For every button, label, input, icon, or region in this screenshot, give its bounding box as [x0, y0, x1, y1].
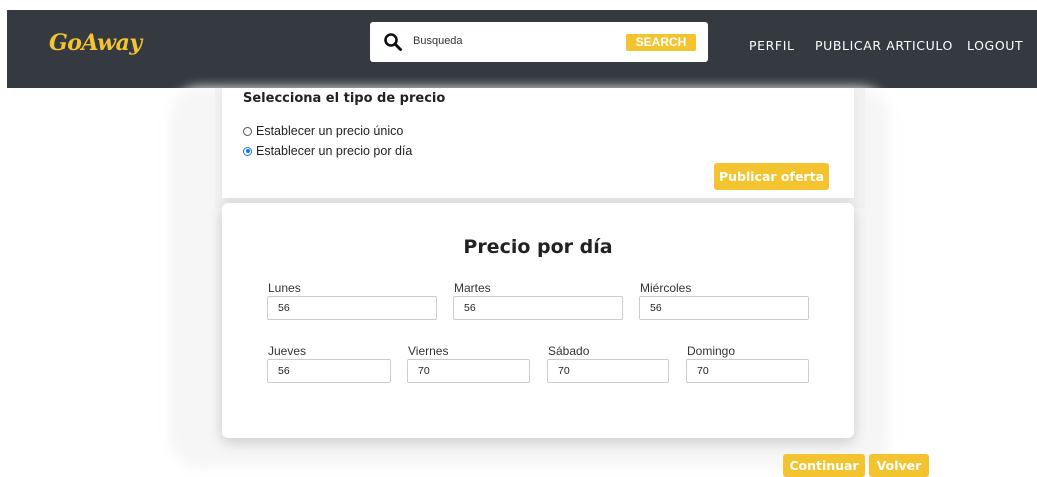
label-domingo: Domingo [687, 344, 736, 358]
label-martes: Martes [454, 281, 491, 295]
radio-daily-price[interactable] [243, 146, 252, 156]
nav-link-logout[interactable]: LOGOUT [967, 38, 1023, 53]
radio-single-price-label: Establecer un precio único [256, 124, 404, 138]
radio-single-price[interactable] [243, 126, 252, 136]
search-input[interactable]: Busqueda [413, 35, 463, 47]
label-miercoles: Miércoles [640, 281, 692, 295]
label-jueves: Jueves [268, 344, 307, 358]
back-button[interactable]: Volver [869, 454, 929, 477]
input-lunes[interactable]: 56 [267, 296, 437, 320]
radio-option-daily-price[interactable]: Establecer un precio por día [243, 144, 412, 158]
label-sabado: Sábado [548, 344, 590, 358]
input-viernes[interactable]: 70 [407, 359, 530, 383]
input-martes[interactable]: 56 [453, 296, 623, 320]
nav-link-perfil[interactable]: PERFIL [749, 38, 795, 53]
price-type-card: Selecciona el tipo de precio Establecer … [222, 88, 854, 198]
daily-price-card: Precio por día Lunes 56 Martes 56 Miérco… [222, 203, 854, 438]
logo[interactable]: GoAway [49, 30, 142, 56]
label-viernes: Viernes [408, 344, 449, 358]
radio-daily-price-label: Establecer un precio por día [256, 144, 413, 158]
label-lunes: Lunes [268, 281, 301, 295]
top-navbar: GoAway Busqueda SEARCH PERFIL PUBLICAR A… [7, 10, 1037, 88]
input-sabado[interactable]: 70 [547, 359, 669, 383]
search-button[interactable]: SEARCH [626, 34, 696, 51]
price-type-title: Selecciona el tipo de precio [243, 91, 446, 106]
input-miercoles[interactable]: 56 [639, 296, 809, 320]
nav-link-publicar-articulo[interactable]: PUBLICAR ARTICULO [815, 38, 953, 53]
publish-offer-button[interactable]: Publicar oferta [714, 163, 829, 190]
search-icon [384, 33, 402, 51]
radio-option-single-price[interactable]: Establecer un precio único [243, 124, 403, 138]
daily-price-title: Precio por día [463, 236, 613, 258]
input-jueves[interactable]: 56 [267, 359, 391, 383]
search-bar: Busqueda SEARCH [370, 22, 708, 62]
continue-button[interactable]: Continuar [783, 454, 865, 477]
input-domingo[interactable]: 70 [686, 359, 809, 383]
